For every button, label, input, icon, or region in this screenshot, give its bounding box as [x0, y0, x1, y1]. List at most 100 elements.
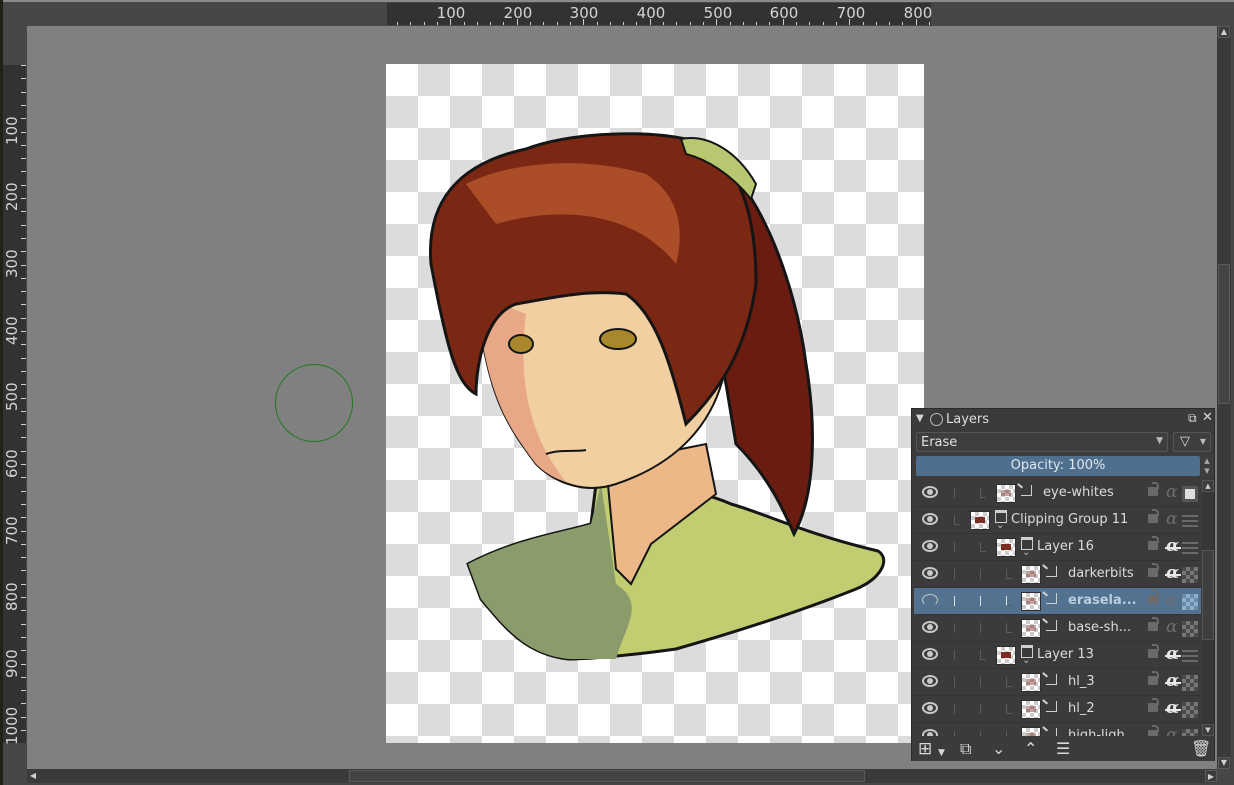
- layer-row[interactable]: Layer 13 α: [914, 642, 1201, 669]
- delete-layer-icon[interactable]: 🗑: [1191, 740, 1211, 758]
- layer-row[interactable]: Clipping Group 11 α: [914, 507, 1201, 534]
- ruler-tick: [636, 22, 638, 25]
- artwork-image[interactable]: [386, 64, 924, 743]
- layer-row[interactable]: eye-whites α: [914, 480, 1201, 507]
- duplicate-layer-icon[interactable]: ⧉: [960, 740, 971, 758]
- alpha-lock-icon[interactable]: α: [1166, 725, 1177, 736]
- inherit-alpha-icon[interactable]: [1182, 542, 1198, 554]
- opacity-spinner[interactable]: ▲ ▼: [1201, 456, 1213, 476]
- collapse-triangle-icon[interactable]: ▼: [916, 413, 924, 424]
- layer-row[interactable]: darkerbits α: [914, 561, 1201, 588]
- lock-icon[interactable]: [1148, 725, 1159, 736]
- ruler-tick: [476, 22, 478, 25]
- layer-row[interactable]: Layer 16 α: [914, 534, 1201, 561]
- inherit-alpha-icon[interactable]: [1182, 650, 1198, 662]
- eye-icon[interactable]: [922, 729, 938, 736]
- lock-icon[interactable]: [1148, 536, 1159, 550]
- scroll-thumb[interactable]: [349, 770, 865, 782]
- tree-guide: [980, 488, 986, 498]
- krita-window: 100 200 300 400 500 600 700 800 100 200 …: [0, 0, 1234, 785]
- inherit-alpha-icon[interactable]: [1182, 621, 1198, 637]
- inherit-alpha-icon[interactable]: [1182, 515, 1198, 527]
- move-layer-up-icon[interactable]: ⌃: [1024, 740, 1037, 758]
- ruler-tick: [689, 22, 691, 25]
- vertical-scrollbar[interactable]: ▲ ▼: [1217, 26, 1231, 769]
- lock-icon[interactable]: [1148, 590, 1159, 604]
- move-layer-down-icon[interactable]: ⌄: [992, 740, 1005, 758]
- lock-icon[interactable]: [1148, 644, 1159, 658]
- alpha-lock-icon[interactable]: α: [1166, 509, 1177, 529]
- scroll-left-arrow[interactable]: ◀: [27, 770, 39, 782]
- ruler-tick: [21, 224, 26, 226]
- eye-icon[interactable]: [922, 675, 938, 687]
- eye-icon[interactable]: [922, 621, 938, 633]
- inherit-alpha-icon[interactable]: [1182, 486, 1198, 502]
- alpha-lock-icon[interactable]: α: [1166, 590, 1177, 610]
- layer-list-scrollbar[interactable]: ▲ ▼: [1202, 480, 1214, 736]
- ruler-tick: [503, 22, 505, 25]
- opacity-slider[interactable]: Opacity: 100%: [916, 456, 1200, 476]
- alpha-lock-icon[interactable]: α: [1166, 617, 1177, 637]
- scroll-thumb[interactable]: [1218, 264, 1230, 404]
- eye-icon[interactable]: [922, 702, 938, 714]
- tree-guide: [954, 650, 960, 660]
- lock-icon[interactable]: [1148, 617, 1159, 631]
- scroll-thumb[interactable]: [1202, 550, 1214, 640]
- lock-icon[interactable]: [1148, 482, 1159, 496]
- scroll-up-arrow[interactable]: ▲: [1218, 26, 1230, 38]
- alpha-lock-icon[interactable]: α: [1166, 482, 1177, 502]
- eye-icon[interactable]: [922, 540, 938, 552]
- layer-row[interactable]: erasela... α: [914, 588, 1201, 615]
- alpha-lock-icon[interactable]: α: [1164, 671, 1182, 691]
- eye-closed-icon[interactable]: [922, 594, 938, 606]
- tree-guide: [1006, 569, 1012, 579]
- layer-row[interactable]: base-sh... α: [914, 615, 1201, 642]
- ruler-tick: [21, 384, 26, 386]
- ruler-tick: [21, 543, 26, 545]
- ruler-tick: [530, 22, 531, 25]
- layer-properties-icon[interactable]: ☰: [1056, 740, 1070, 758]
- layer-row[interactable]: hl_3 α: [914, 669, 1201, 696]
- inherit-alpha-icon[interactable]: [1182, 594, 1198, 610]
- ruler-tick: [769, 22, 771, 25]
- inherit-alpha-icon[interactable]: [1182, 567, 1198, 583]
- scroll-down-arrow[interactable]: ▼: [1202, 724, 1214, 736]
- tree-guide: [954, 623, 960, 633]
- float-docker-icon[interactable]: ⧉: [1188, 411, 1197, 426]
- alpha-lock-icon[interactable]: α: [1164, 698, 1182, 718]
- blend-mode-select[interactable]: Erase ▼: [916, 432, 1168, 452]
- alpha-lock-icon[interactable]: α: [1164, 563, 1182, 583]
- lock-icon[interactable]: [1148, 563, 1159, 577]
- scroll-right-arrow[interactable]: ▶: [1205, 770, 1217, 782]
- horizontal-scrollbar[interactable]: ◀ ▶: [27, 769, 1217, 783]
- layer-filter-button[interactable]: ▽ ▼: [1173, 432, 1211, 452]
- alpha-lock-icon[interactable]: α: [1164, 644, 1182, 664]
- layer-name: Clipping Group 11: [1011, 512, 1129, 527]
- tree-guide: [980, 623, 986, 633]
- layer-row[interactable]: hl_2 α: [914, 696, 1201, 723]
- lock-icon[interactable]: [1148, 509, 1159, 523]
- scroll-down-arrow[interactable]: ▼: [1218, 757, 1230, 769]
- layer-row[interactable]: high-ligh... α: [914, 723, 1201, 736]
- close-docker-icon[interactable]: ✕: [1202, 410, 1213, 425]
- lock-icon[interactable]: [1148, 671, 1159, 685]
- inherit-alpha-icon[interactable]: [1182, 675, 1198, 691]
- add-layer-dropdown-icon[interactable]: ▼: [938, 744, 945, 762]
- eye-icon[interactable]: [922, 513, 938, 525]
- alpha-lock-icon[interactable]: α: [1164, 536, 1182, 556]
- tree-guide: [1006, 704, 1012, 714]
- inherit-alpha-icon[interactable]: [1182, 729, 1198, 736]
- lock-icon[interactable]: [1148, 698, 1159, 712]
- layer-list[interactable]: eye-whitesαClipping Group 11αLayer 16αda…: [914, 480, 1201, 736]
- add-layer-icon[interactable]: ⊞: [918, 740, 932, 758]
- eye-icon[interactable]: [922, 567, 938, 579]
- ruler-tick: [21, 703, 26, 705]
- eye-icon[interactable]: [922, 648, 938, 660]
- scroll-up-arrow[interactable]: ▲: [1202, 480, 1214, 492]
- inherit-alpha-icon[interactable]: [1182, 702, 1198, 718]
- ruler-label: 400: [3, 316, 21, 345]
- ruler-tick: [21, 676, 26, 678]
- eye-icon[interactable]: [922, 486, 938, 498]
- ruler-tick: [663, 22, 664, 25]
- ruler-tick: [782, 19, 784, 25]
